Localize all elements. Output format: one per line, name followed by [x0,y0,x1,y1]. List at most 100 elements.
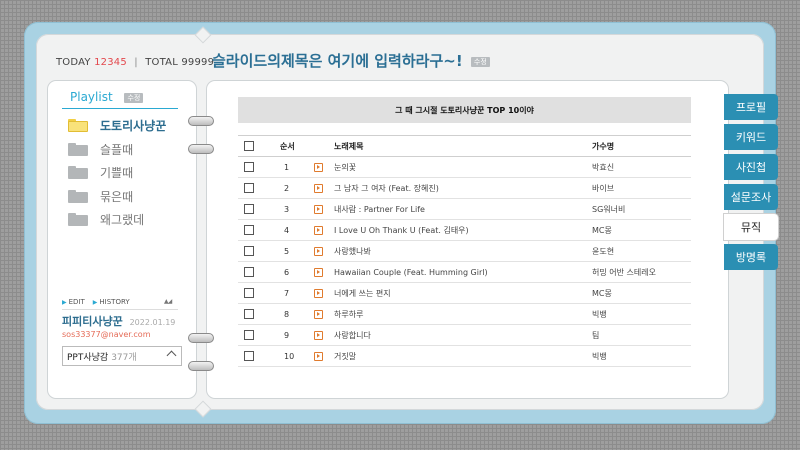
links-divider [62,309,178,310]
play-icon[interactable] [314,246,323,256]
tab-survey[interactable]: 설문조사 [724,184,778,210]
song-title[interactable]: 눈의꽃 [334,156,592,178]
col-header-play [314,135,334,157]
song-title[interactable]: 내사람 : Partner For Life [334,198,592,220]
tab-guestbook[interactable]: 방명록 [724,244,778,270]
profile-email[interactable]: sos33377@naver.com [62,330,151,339]
song-checkbox[interactable] [244,330,254,340]
history-link[interactable]: HISTORY [99,298,129,306]
folder-yellow-icon [68,119,88,133]
table-row: 9 사랑합니다 팀 [238,324,691,346]
play-icon[interactable] [314,288,323,298]
folder-item-happy[interactable]: 기쁠때 [68,161,166,185]
play-icon[interactable] [314,267,323,277]
folder-item-old[interactable]: 묶은때 [68,185,166,209]
song-artist: 허밍 어반 스테레오 [592,261,691,283]
tab-music[interactable]: 뮤직 [724,214,778,240]
song-title[interactable]: 사랑했나봐 [334,240,592,262]
play-icon[interactable] [314,183,323,193]
folder-gray-icon [68,189,88,203]
folder-label: 도토리사냥꾼 [100,119,167,134]
table-row: 5 사랑했나봐 윤도현 [238,240,691,262]
song-table: 순서 노래제목 가수명 1 눈의꽃 박효신 2 그 남자 그 여자 (Feat.… [238,135,691,367]
song-num: 7 [280,282,314,304]
tab-profile[interactable]: 프로필 [724,94,778,120]
collapse-arrows-icon[interactable]: ▲◢ [164,298,172,305]
song-title[interactable]: 하루하루 [334,303,592,325]
song-title[interactable]: 사랑합니다 [334,324,592,346]
playlist-heading: Playlist 수정 [70,90,144,104]
song-artist: MC몽 [592,282,691,304]
song-num: 6 [280,261,314,283]
song-num: 8 [280,303,314,325]
today-count: 12345 [94,56,127,68]
song-checkbox[interactable] [244,309,254,319]
folder-item-why[interactable]: 왜그랬데 [68,208,166,232]
table-row: 1 눈의꽃 박효신 [238,156,691,178]
song-artist: 빅뱅 [592,303,691,325]
table-header-row: 순서 노래제목 가수명 [238,135,691,157]
binder-ring [188,116,214,126]
folder-gray-icon [68,166,88,180]
total-label: TOTAL [145,56,178,68]
song-checkbox[interactable] [244,225,254,235]
edit-link[interactable]: EDIT [69,298,85,306]
song-checkbox[interactable] [244,267,254,277]
song-title[interactable]: I Love U Oh Thank U (Feat. 김태우) [334,219,592,241]
song-num: 2 [280,177,314,199]
side-tabs: 프로필 키워드 사진첩 설문조사 뮤직 방명록 [724,94,778,274]
playlist-title: Playlist [70,90,113,104]
title-edit-button[interactable]: 수정 [470,56,490,67]
song-checkbox[interactable] [244,204,254,214]
play-icon[interactable] [314,309,323,319]
song-title[interactable]: Hawaiian Couple (Feat. Humming Girl) [334,261,592,283]
song-artist: 윤도현 [592,240,691,262]
play-icon[interactable] [314,162,323,172]
profile-links: ▶ EDIT ▶ HISTORY ▲◢ [62,298,172,306]
play-icon[interactable] [314,204,323,214]
playlist-edit-button[interactable]: 수정 [124,92,144,103]
folder-list: 도토리사냥꾼 슬플때 기쁠때 묶은때 왜그랬데 [68,114,166,232]
song-checkbox[interactable] [244,183,254,193]
arrow-right-icon: ▶ [62,298,67,306]
play-icon[interactable] [314,351,323,361]
folder-item-dotori[interactable]: 도토리사냥꾼 [68,114,166,138]
profile-name-text: 피피티사냥꾼 [62,315,123,328]
song-num: 3 [280,198,314,220]
song-artist: SG워너비 [592,198,691,220]
song-artist: 바이브 [592,177,691,199]
table-row: 6 Hawaiian Couple (Feat. Humming Girl) 허… [238,261,691,283]
play-icon[interactable] [314,225,323,235]
song-checkbox[interactable] [244,162,254,172]
playlist-select[interactable]: PPT사냥감 377개 [62,346,182,366]
song-checkbox[interactable] [244,288,254,298]
tab-photos[interactable]: 사진첩 [724,154,778,180]
folder-item-sad[interactable]: 슬플때 [68,138,166,162]
profile-name: 피피티사냥꾼 2022.01.19 [62,313,175,329]
select-all-cell [238,135,280,157]
select-all-checkbox[interactable] [244,141,254,151]
page-title-text: 슬라이드의제목은 여기에 입력하라구~! [212,52,463,70]
playlist-select-count: 377개 [111,352,137,363]
counter-separator: | [134,56,138,68]
today-label: TODAY [56,56,91,68]
song-title[interactable]: 너에게 쓰는 편지 [334,282,592,304]
play-icon[interactable] [314,330,323,340]
song-title[interactable]: 거짓말 [334,345,592,367]
folder-label: 기쁠때 [100,166,134,181]
song-title[interactable]: 그 남자 그 여자 (Feat. 장혜진) [334,177,592,199]
playlist-divider [62,108,178,109]
playlist-select-label: PPT사냥감 [67,352,109,363]
song-num: 9 [280,324,314,346]
song-checkbox[interactable] [244,351,254,361]
page-title: 슬라이드의제목은 여기에 입력하라구~! 수정 [212,50,490,71]
col-header-num: 순서 [280,135,314,157]
song-artist: MC몽 [592,219,691,241]
table-row: 4 I Love U Oh Thank U (Feat. 김태우) MC몽 [238,219,691,241]
chevron-up-icon [166,350,177,361]
folder-label: 묶은때 [100,189,134,204]
table-row: 8 하루하루 빅뱅 [238,303,691,325]
song-checkbox[interactable] [244,246,254,256]
tab-keyword[interactable]: 키워드 [724,124,778,150]
col-header-artist: 가수명 [592,135,691,157]
